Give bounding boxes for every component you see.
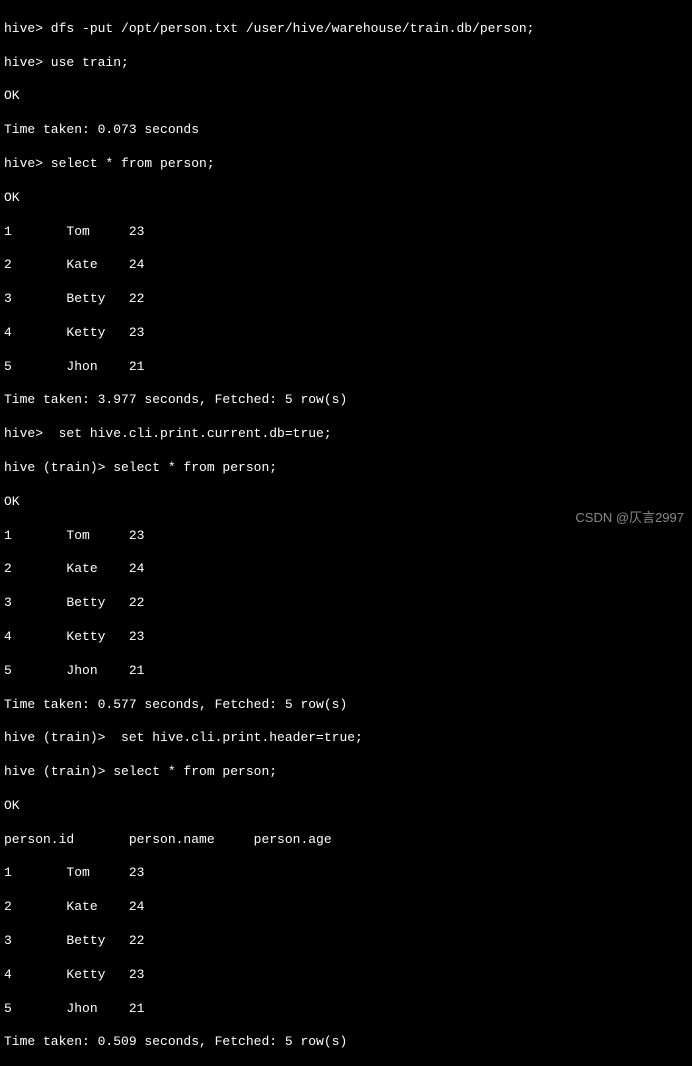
cmd-line: hive (train)> select * from person;	[4, 460, 688, 477]
time-taken: Time taken: 3.977 seconds, Fetched: 5 ro…	[4, 392, 688, 409]
table-row: 1 Tom 23	[4, 865, 688, 882]
table-row: 1 Tom 23	[4, 528, 688, 545]
table-row: 2 Kate 24	[4, 561, 688, 578]
cmd-line: hive> select * from person;	[4, 156, 688, 173]
table-row: 4 Ketty 23	[4, 325, 688, 342]
status-ok: OK	[4, 190, 688, 207]
time-taken: Time taken: 0.577 seconds, Fetched: 5 ro…	[4, 697, 688, 714]
table-row: 5 Jhon 21	[4, 1001, 688, 1018]
table-row: 3 Betty 22	[4, 933, 688, 950]
terminal-output[interactable]: hive> dfs -put /opt/person.txt /user/hiv…	[4, 4, 688, 1066]
cmd-line: hive> use train;	[4, 55, 688, 72]
cmd-line: hive (train)> select * from person;	[4, 764, 688, 781]
table-row: 4 Ketty 23	[4, 629, 688, 646]
table-header: person.id person.name person.age	[4, 832, 688, 849]
table-row: 2 Kate 24	[4, 899, 688, 916]
table-row: 5 Jhon 21	[4, 663, 688, 680]
cmd-line: hive (train)> set hive.cli.print.header=…	[4, 730, 688, 747]
table-row: 5 Jhon 21	[4, 359, 688, 376]
status-ok: OK	[4, 494, 688, 511]
table-row: 2 Kate 24	[4, 257, 688, 274]
table-row: 3 Betty 22	[4, 291, 688, 308]
cmd-line: hive> set hive.cli.print.current.db=true…	[4, 426, 688, 443]
cmd-line: hive> dfs -put /opt/person.txt /user/hiv…	[4, 21, 688, 38]
status-ok: OK	[4, 88, 688, 105]
time-taken: Time taken: 0.509 seconds, Fetched: 5 ro…	[4, 1034, 688, 1051]
time-taken: Time taken: 0.073 seconds	[4, 122, 688, 139]
status-ok: OK	[4, 798, 688, 815]
table-row: 3 Betty 22	[4, 595, 688, 612]
table-row: 1 Tom 23	[4, 224, 688, 241]
watermark: CSDN @仄言2997	[575, 510, 684, 527]
table-row: 4 Ketty 23	[4, 967, 688, 984]
